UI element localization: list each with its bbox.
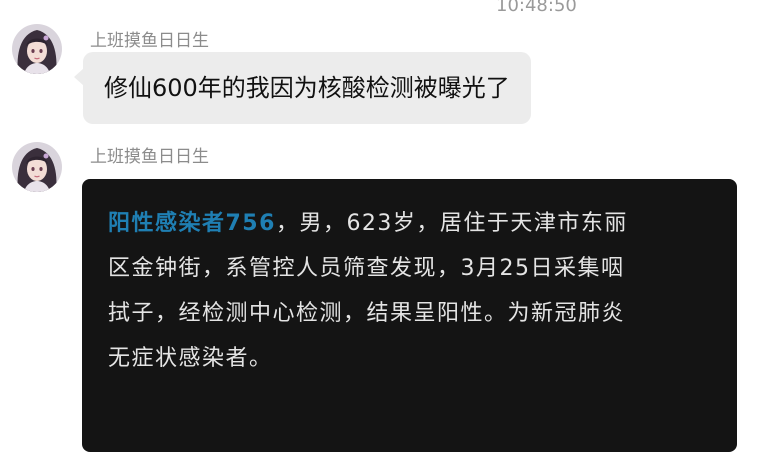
highlight-case-number: 阳性感染者756 xyxy=(108,211,276,236)
image-text-segment: ，男，623岁，居住于天津市东丽 xyxy=(275,211,628,236)
sender-avatar[interactable] xyxy=(12,24,62,74)
image-text-line-1: 阳性感染者756，男，623岁，居住于天津市东丽 xyxy=(108,201,718,246)
sender-name: 上班摸鱼日日生 xyxy=(90,147,209,167)
image-text-line-2: 区金钟街，系管控人员筛查发现，3月25日采集咽 xyxy=(108,256,625,281)
image-message-text: 阳性感染者756，男，623岁，居住于天津市东丽 区金钟街，系管控人员筛查发现，… xyxy=(108,201,718,381)
image-text-line-3: 拭子，经检测中心检测，结果呈阳性。为新冠肺炎 xyxy=(108,301,626,326)
anime-girl-avatar-icon xyxy=(12,142,62,192)
message-bubble[interactable]: 修仙600年的我因为核酸检测被曝光了 xyxy=(74,52,531,124)
message-timestamp: 10:48:50 xyxy=(496,0,577,16)
anime-girl-avatar-icon xyxy=(12,24,62,74)
message-text: 修仙600年的我因为核酸检测被曝光了 xyxy=(104,74,510,102)
image-message[interactable]: 阳性感染者756，男，623岁，居住于天津市东丽 区金钟街，系管控人员筛查发现，… xyxy=(82,179,737,452)
sender-avatar[interactable] xyxy=(12,142,62,192)
image-text-line-4: 无症状感染者。 xyxy=(108,346,273,371)
sender-name: 上班摸鱼日日生 xyxy=(90,31,209,51)
